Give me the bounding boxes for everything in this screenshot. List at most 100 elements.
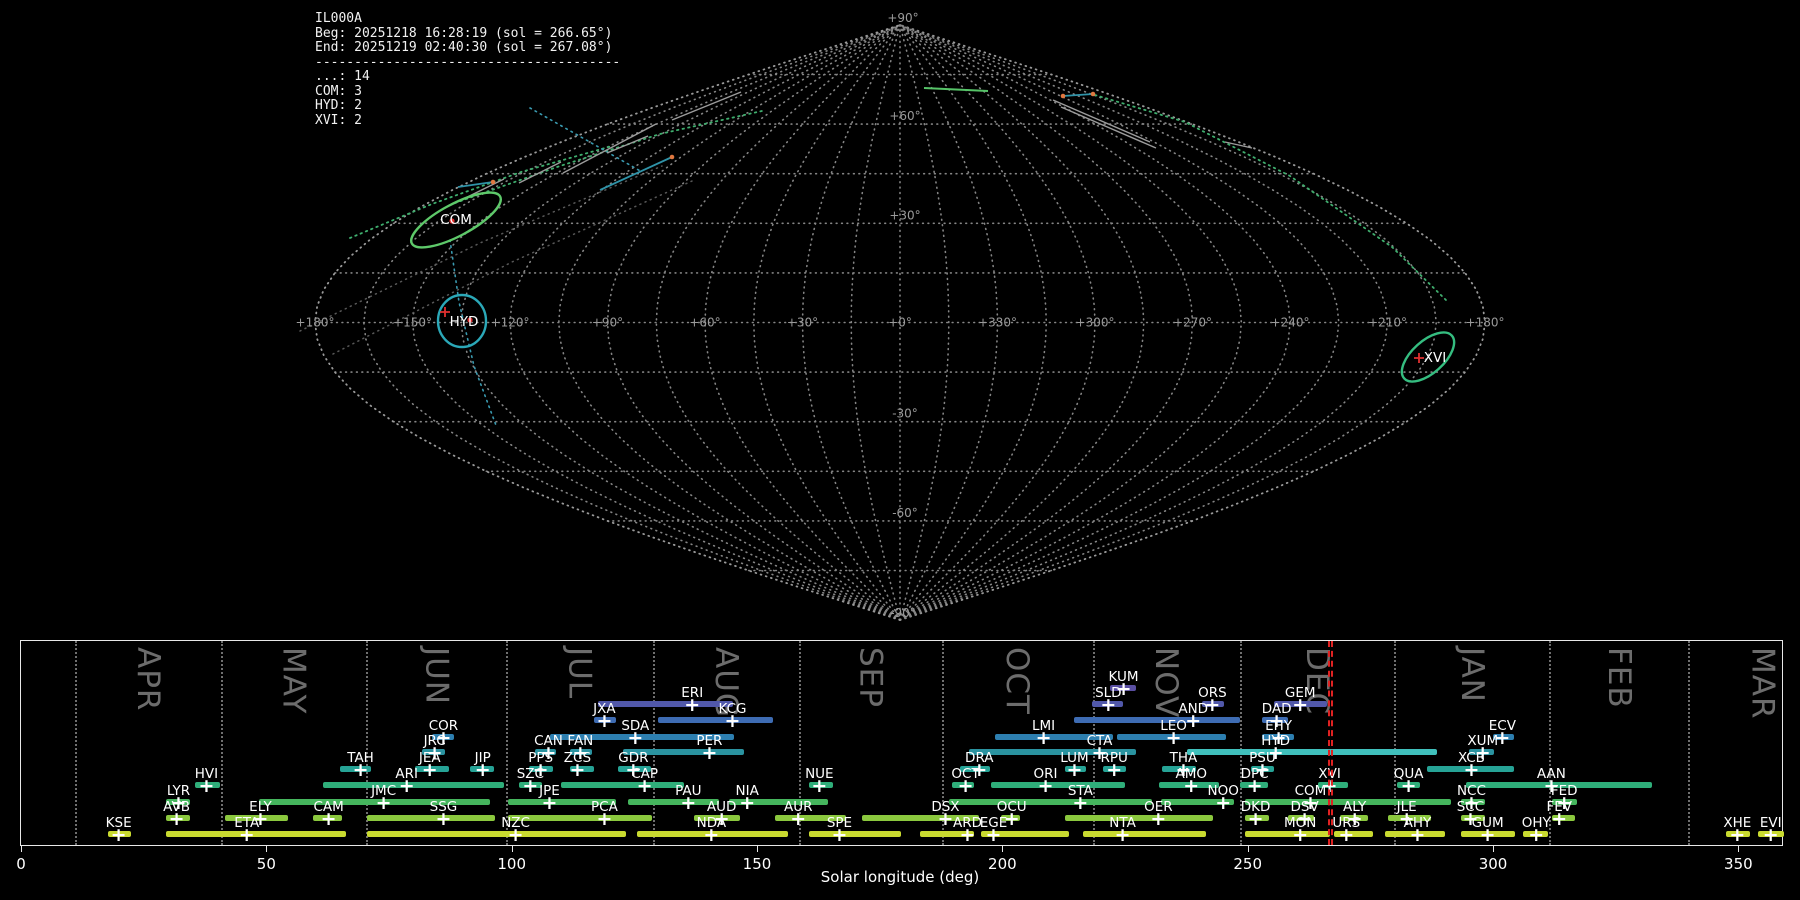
map-lon-label: +90° bbox=[592, 316, 623, 330]
map-lon-label: +180° bbox=[1466, 316, 1505, 330]
shower-label-jmc: JMC bbox=[371, 783, 397, 799]
shower-label-qua: QUA bbox=[1393, 766, 1424, 782]
shower-label-fan: FAN bbox=[567, 733, 594, 749]
shower-label-dsv: DSV bbox=[1290, 799, 1319, 815]
shower-label-nia: NIA bbox=[735, 783, 759, 799]
shower-label-lyr: LYR bbox=[166, 783, 191, 799]
shower-label-ard: ARD bbox=[952, 815, 983, 831]
shower-label-ege: EGE bbox=[979, 815, 1008, 831]
trail-endpoint-dot bbox=[1090, 91, 1096, 97]
shower-label-jpe: JPE bbox=[539, 783, 560, 799]
shower-label-dkd: DKD bbox=[1240, 799, 1271, 815]
shower-label-gem: GEM bbox=[1284, 685, 1316, 701]
shower-label-jxa: JXA bbox=[593, 701, 616, 717]
shower-bar-kcg bbox=[658, 717, 774, 723]
shower-bar-mon bbox=[1245, 831, 1330, 837]
activity-timeline-chart: APRMAYJUNJULAUGSEPOCTNOVDECJANFEBMAR+KUM… bbox=[16, 640, 1785, 873]
month-label-jun: JUN bbox=[418, 647, 455, 706]
shower-label-lmi: LMI bbox=[1031, 718, 1056, 734]
x-axis-tick bbox=[1738, 846, 1740, 852]
map-lon-label: +180° bbox=[296, 316, 335, 330]
shower-label-sda: SDA bbox=[621, 718, 650, 734]
shower-label-oer: OER bbox=[1144, 799, 1173, 815]
shower-label-cap: CAP bbox=[631, 766, 659, 782]
shower-label-ncc: NCC bbox=[1456, 783, 1486, 799]
shower-bar-ori bbox=[990, 782, 1126, 788]
map-lat-label: -30° bbox=[892, 407, 918, 421]
shower-label-ecv: ECV bbox=[1488, 718, 1516, 734]
x-axis-tick bbox=[757, 846, 758, 852]
map-south-pole-label: -90° bbox=[890, 606, 916, 620]
shower-label-oct: OCT bbox=[951, 766, 980, 782]
month-label-apr: APR bbox=[130, 647, 167, 712]
shower-label-ocu: OCU bbox=[996, 799, 1027, 815]
x-axis-tick bbox=[21, 846, 22, 852]
meteor-trail bbox=[671, 91, 742, 121]
shower-label-gum: GUM bbox=[1471, 815, 1504, 831]
shower-label-tah: TAH bbox=[347, 750, 374, 766]
shower-label-xhe: XHE bbox=[1723, 815, 1752, 831]
shower-label-ari: ARI bbox=[395, 766, 418, 782]
shower-label-jea: JEA bbox=[418, 750, 441, 766]
shower-bar-eta bbox=[166, 831, 347, 837]
map-lon-label: +270° bbox=[1173, 316, 1212, 330]
shower-label-nzc: NZC bbox=[501, 815, 530, 831]
shower-label-eri: ERI bbox=[681, 685, 704, 701]
shower-label-nda: NDA bbox=[696, 815, 727, 831]
shower-bar-hyd bbox=[1187, 749, 1437, 755]
shower-label-ors: ORS bbox=[1198, 685, 1227, 701]
shower-label-hyd: HYD bbox=[1261, 733, 1291, 749]
map-lat-label: +30° bbox=[889, 208, 920, 222]
current-solar-longitude-cursor bbox=[1328, 641, 1334, 845]
shower-label-szc: SZC bbox=[516, 766, 544, 782]
shower-label-pps: PPS bbox=[528, 750, 554, 766]
shower-label-sta: STA bbox=[1067, 783, 1093, 799]
meteor-trail-green bbox=[923, 87, 989, 92]
map-lon-label: +150° bbox=[393, 316, 432, 330]
shower-label-avb: AVB bbox=[163, 799, 190, 815]
shower-bar-pau bbox=[628, 799, 720, 805]
shower-label-spe: SPE bbox=[826, 815, 853, 831]
shower-label-com: COM bbox=[1294, 783, 1327, 799]
month-label-may: MAY bbox=[275, 647, 312, 715]
shower-label-hvi: HVI bbox=[194, 766, 219, 782]
shower-label-ehy: EHY bbox=[1265, 718, 1293, 734]
x-axis-tick bbox=[1002, 846, 1004, 852]
radiant-plus-marker bbox=[1414, 353, 1424, 363]
shower-label-urs: URS bbox=[1332, 815, 1361, 831]
meteor-trail bbox=[562, 123, 657, 174]
map-lon-label: +240° bbox=[1271, 316, 1310, 330]
shower-label-xum: XUM bbox=[1467, 733, 1499, 749]
shower-label-scc: SCC bbox=[1456, 799, 1485, 815]
map-lon-label: +330° bbox=[978, 316, 1017, 330]
shower-label-can: CAN bbox=[534, 733, 563, 749]
shower-label-and: AND bbox=[1178, 701, 1209, 717]
radiant-label-HYD: HYD bbox=[450, 314, 479, 330]
shower-label-cta: CTA bbox=[1086, 733, 1113, 749]
shower-label-dra: DRA bbox=[965, 750, 994, 766]
shower-bar-nta bbox=[1083, 831, 1207, 837]
sky-radiant-map: COM HYD XVI +180° +150° +120° +90° +60° +30° +0° +… bbox=[296, 11, 1505, 621]
x-axis-tick bbox=[511, 846, 513, 852]
meteor-trail-teal bbox=[1062, 93, 1094, 97]
map-lon-label: +300° bbox=[1076, 316, 1115, 330]
app-root: COM HYD XVI +180° +150° +120° +90° +60° +30° +0° +… bbox=[0, 0, 1800, 900]
shower-label-jrc: JRC bbox=[423, 733, 446, 749]
map-lon-label: +60° bbox=[689, 316, 720, 330]
shower-label-dpc: DPC bbox=[1240, 766, 1269, 782]
shower-label-zcs: ZCS bbox=[563, 750, 592, 766]
shower-bar-spe bbox=[808, 831, 902, 837]
shower-bar-oer bbox=[1064, 815, 1214, 821]
shower-label-psu: PSU bbox=[1249, 750, 1276, 766]
trail-endpoint-dot bbox=[490, 179, 496, 185]
shower-bar-eri bbox=[597, 701, 734, 707]
month-label-oct: OCT bbox=[999, 647, 1036, 715]
shower-label-mon: MON bbox=[1284, 815, 1317, 831]
shower-label-cam: CAM bbox=[313, 799, 344, 815]
shower-bar-nzc bbox=[367, 831, 627, 837]
shower-label-kcg: KCG bbox=[718, 701, 747, 717]
month-gridline-mar bbox=[1688, 641, 1691, 845]
shower-label-sld: SLD bbox=[1095, 685, 1122, 701]
shower-bar-cap bbox=[561, 782, 685, 788]
shower-label-xcb: XCB bbox=[1457, 750, 1485, 766]
